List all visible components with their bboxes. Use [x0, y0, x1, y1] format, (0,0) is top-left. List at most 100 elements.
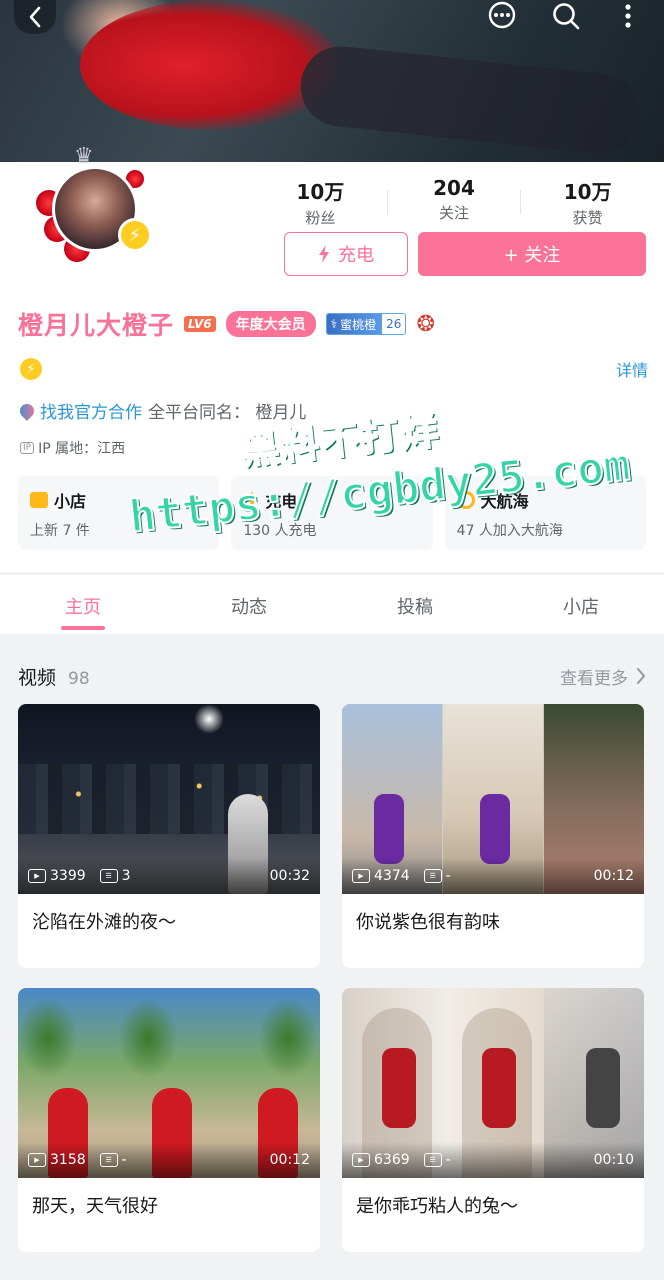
- card-title: 大航海: [480, 492, 529, 511]
- video-duration: 00:32: [269, 868, 310, 884]
- username: 橙月儿大橙子: [18, 311, 175, 340]
- video-count: 98: [68, 668, 90, 689]
- medal-icon: ⚕: [330, 317, 338, 331]
- video-duration: 00:12: [269, 1152, 310, 1168]
- profile-banner: [0, 0, 664, 162]
- card-title: 充电: [265, 492, 298, 511]
- ip-tag-icon: IP: [20, 442, 35, 454]
- play-count: 3399: [50, 868, 86, 884]
- stat-followers[interactable]: 10万 粉丝: [254, 176, 387, 227]
- stat-label: 获赞: [572, 209, 603, 227]
- fan-medal[interactable]: ⚕ 蜜桃橙 26: [325, 313, 407, 335]
- video-card[interactable]: ▶ 6369 ☰ - 00:10 是你乖巧粘人的兔～: [342, 988, 644, 1252]
- danmaku-icon: ☰: [423, 869, 442, 883]
- stat-value: 10万: [296, 180, 345, 204]
- video-title: 沦陷在外滩的夜～: [32, 912, 176, 933]
- charge-card[interactable]: 充电 130 人充电: [231, 476, 433, 550]
- videos-header: 视频 98 查看更多: [18, 660, 646, 692]
- thumb-palm: [258, 998, 318, 1078]
- chevron-right-icon: [637, 668, 646, 684]
- charge-button[interactable]: 充电: [284, 232, 408, 276]
- video-title: 你说紫色很有韵味: [356, 912, 500, 933]
- card-subtitle: 47 人加入大航海: [456, 523, 563, 539]
- more-button[interactable]: [608, 0, 648, 32]
- video-duration: 00:12: [593, 868, 634, 884]
- tab-submissions[interactable]: 投稿: [332, 575, 498, 634]
- lightning-icon: ⚡: [20, 358, 42, 380]
- video-meta: ▶ 3399 ☰ 3 00:32: [18, 858, 320, 894]
- name-row: 橙月儿大橙子 LV6 年度大会员 ⚕ 蜜桃橙 26 ❂: [18, 306, 435, 342]
- message-button[interactable]: [482, 0, 522, 32]
- play-count-icon: ▶: [352, 869, 370, 883]
- video-card[interactable]: ▶ 3399 ☰ 3 00:32 沦陷在外滩的夜～: [18, 704, 320, 968]
- thumb-lights: [18, 774, 320, 814]
- detail-link[interactable]: 详情: [616, 357, 648, 381]
- tab-shop[interactable]: 小店: [498, 575, 664, 634]
- follow-button[interactable]: + 关注: [418, 232, 646, 276]
- tab-bar: 主页 动态 投稿 小店: [0, 574, 664, 634]
- lightning-badge-icon: ⚡: [118, 218, 152, 252]
- tab-home[interactable]: 主页: [0, 575, 166, 634]
- stat-label: 粉丝: [305, 209, 336, 227]
- more-vertical-icon: [625, 4, 631, 28]
- stat-following[interactable]: 204 关注: [388, 176, 521, 226]
- tab-label: 小店: [563, 597, 599, 618]
- thumb-figure: [482, 1048, 516, 1128]
- shop-icon: [30, 492, 48, 508]
- level-badge: LV6: [184, 316, 216, 332]
- ip-location: IP IP 属地：江西: [20, 438, 125, 458]
- video-card[interactable]: ▶ 4374 ☰ - 00:12 你说紫色很有韵味: [342, 704, 644, 968]
- play-count: 4374: [374, 868, 410, 884]
- video-meta: ▶ 4374 ☰ - 00:12: [342, 858, 644, 894]
- stat-label: 关注: [439, 204, 470, 222]
- thumb-palm: [118, 998, 178, 1078]
- banner-figure-dress: [80, 0, 340, 130]
- section-title-text: 视频: [18, 666, 57, 689]
- search-button[interactable]: [546, 0, 586, 32]
- video-title: 是你乖巧粘人的兔～: [356, 1196, 518, 1217]
- video-meta: ▶ 6369 ☰ - 00:10: [342, 1142, 644, 1178]
- voyage-card[interactable]: 大航海 47 人加入大航海: [444, 476, 646, 550]
- tab-label: 主页: [65, 597, 101, 618]
- tab-label: 投稿: [397, 597, 433, 618]
- bio: 找我官方合作 全平台同名： 橙月儿: [17, 398, 306, 423]
- guard-shield-icon[interactable]: ❂: [416, 312, 434, 337]
- play-count: 3158: [50, 1152, 86, 1168]
- play-count-icon: ▶: [352, 1153, 370, 1167]
- chat-bubble-icon: [488, 1, 516, 29]
- play-count-icon: ▶: [28, 869, 46, 883]
- danmaku-icon: ☰: [99, 1153, 118, 1167]
- view-more-link[interactable]: 查看更多: [560, 664, 646, 689]
- thumb-figure: [374, 794, 404, 864]
- video-duration: 00:10: [593, 1152, 634, 1168]
- vip-badge[interactable]: 年度大会员: [225, 311, 316, 337]
- partner-link[interactable]: 找我官方合作: [40, 398, 142, 423]
- video-card[interactable]: ▶ 3158 ☰ - 00:12 那天，天气很好: [18, 988, 320, 1252]
- thumb-palm: [18, 998, 78, 1078]
- thumb-lamp: [194, 704, 224, 734]
- danmaku-count: -: [121, 1152, 127, 1168]
- tab-label: 动态: [231, 597, 267, 618]
- shop-card[interactable]: 小店 上新 7 件: [18, 476, 220, 550]
- follow-button-label: + 关注: [503, 245, 561, 266]
- card-subtitle: 上新 7 件: [30, 523, 90, 539]
- voyage-icon: [456, 491, 475, 509]
- stat-likes[interactable]: 10万 获赞: [521, 176, 654, 227]
- danmaku-icon: ☰: [99, 869, 118, 883]
- thumb-figure: [480, 794, 510, 864]
- play-count-icon: ▶: [28, 1153, 46, 1167]
- thumb-figure: [382, 1048, 416, 1128]
- back-button[interactable]: [14, 0, 56, 34]
- video-thumbnail: ▶ 4374 ☰ - 00:12: [342, 704, 644, 894]
- tab-dynamics[interactable]: 动态: [166, 575, 332, 634]
- ip-location-text: IP 属地：江西: [38, 441, 126, 457]
- banner-figure-legs: [296, 42, 644, 158]
- chevron-left-icon: [29, 6, 41, 28]
- stat-value: 10万: [563, 180, 612, 204]
- stat-value: 204: [433, 176, 475, 200]
- avatar-frame[interactable]: ♛ ⚡: [30, 144, 160, 274]
- section-title: 视频 98: [18, 663, 90, 690]
- video-thumbnail: ▶ 6369 ☰ - 00:10: [342, 988, 644, 1178]
- video-thumbnail: ▶ 3158 ☰ - 00:12: [18, 988, 320, 1178]
- video-meta: ▶ 3158 ☰ - 00:12: [18, 1142, 320, 1178]
